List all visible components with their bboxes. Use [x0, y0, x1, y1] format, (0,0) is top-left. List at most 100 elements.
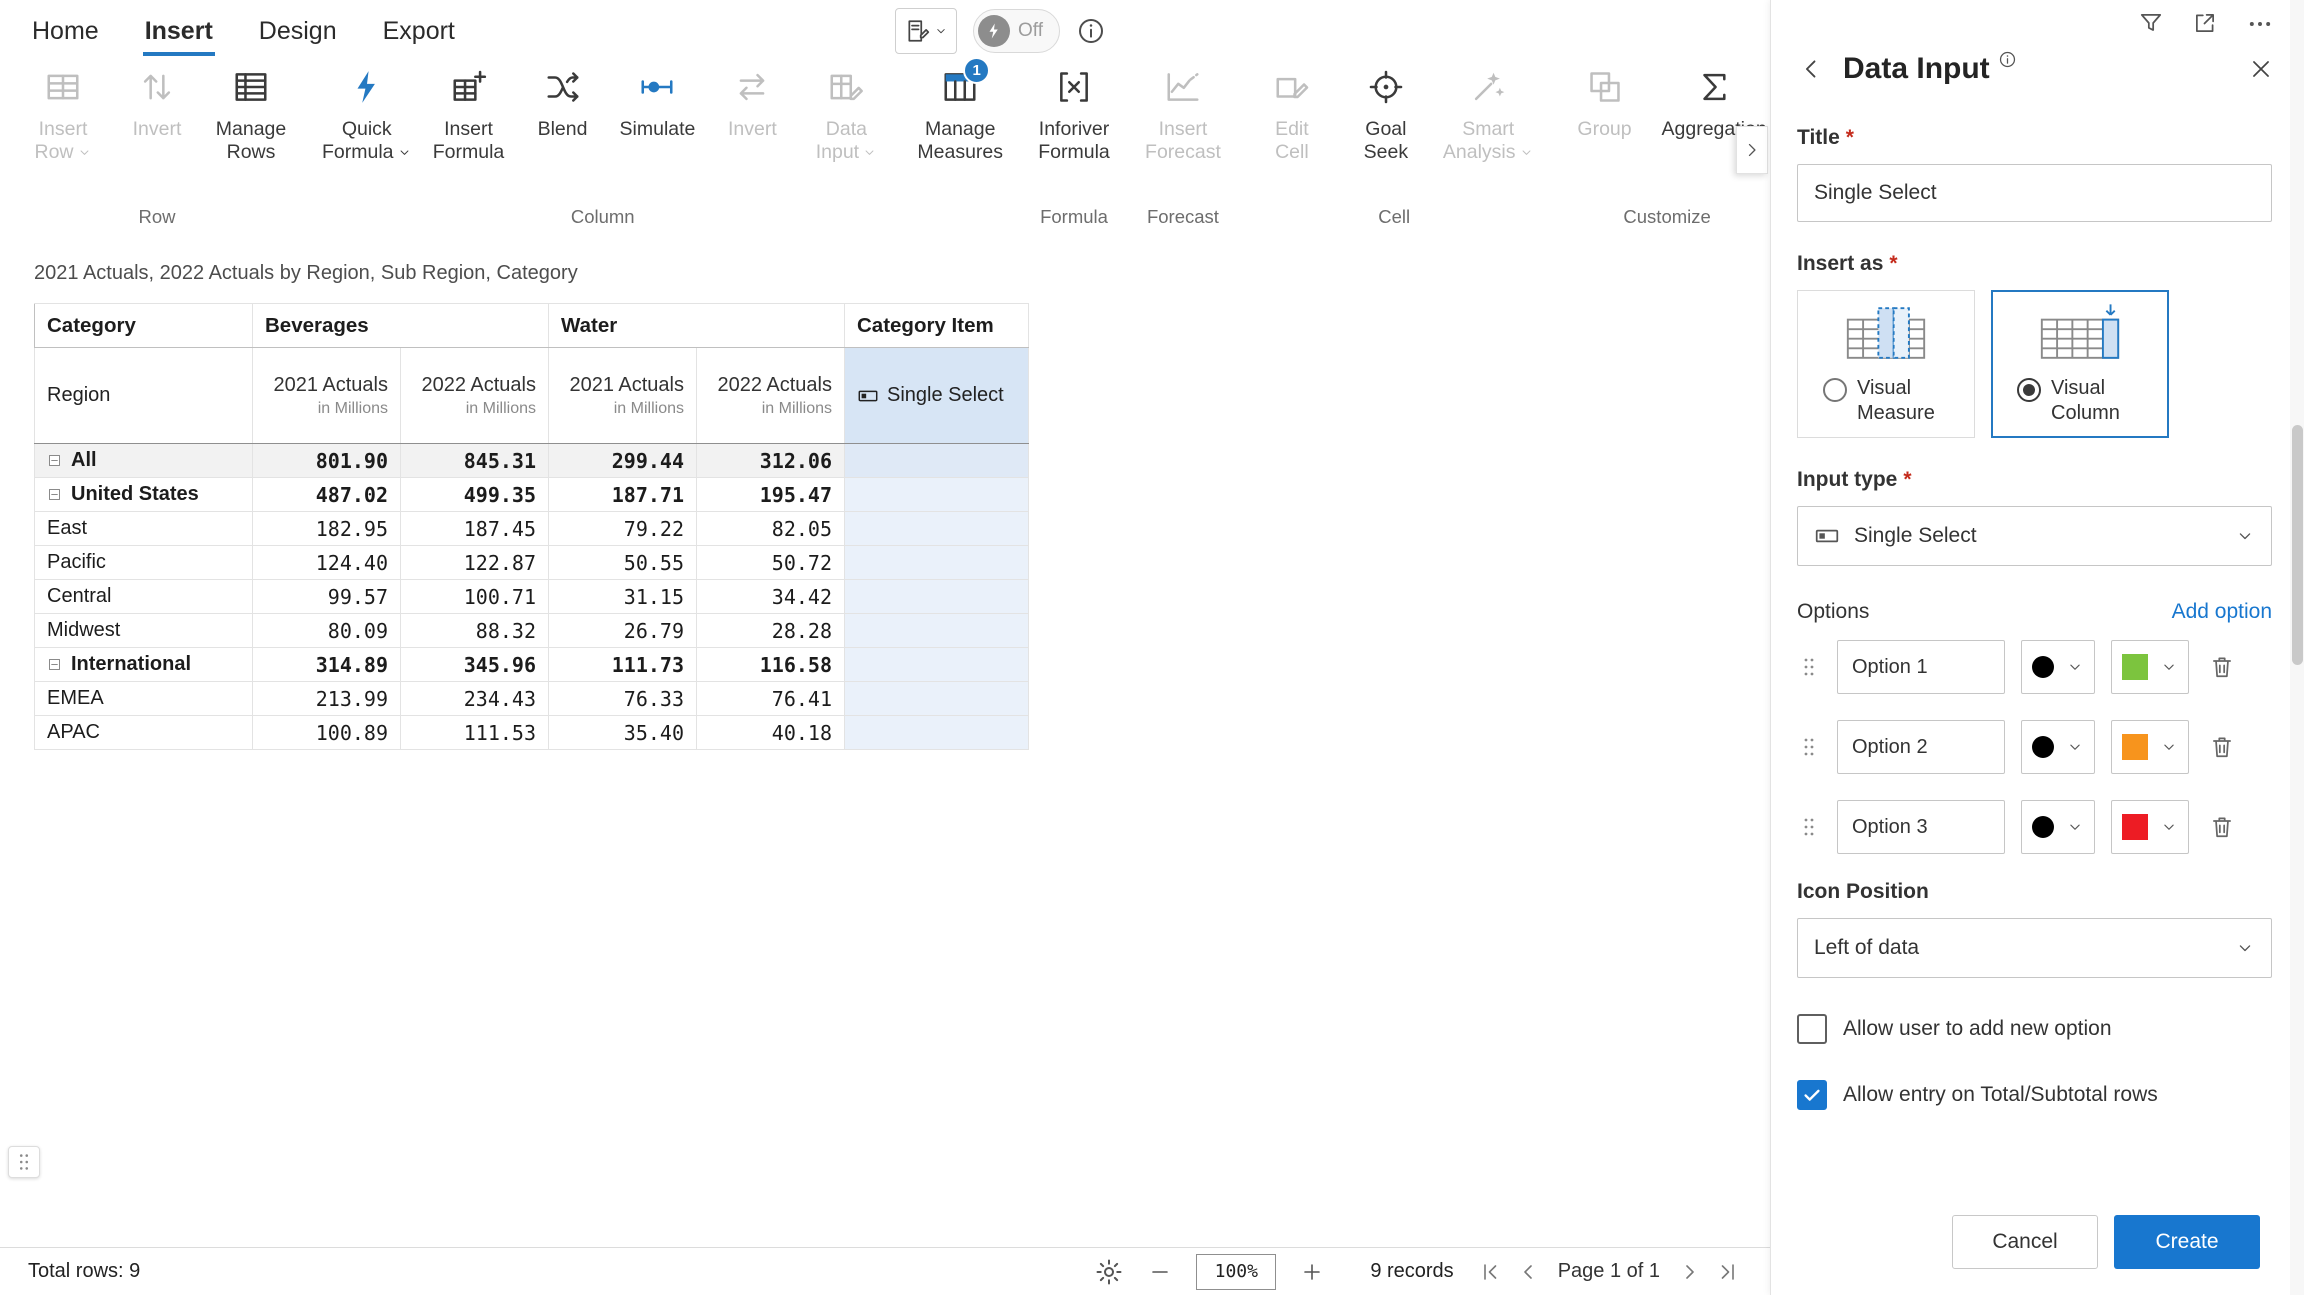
- option-label-input[interactable]: [1837, 640, 2005, 694]
- gear-icon[interactable]: [1094, 1257, 1124, 1287]
- annotate-button[interactable]: [895, 8, 957, 54]
- value-cell[interactable]: 116.58: [697, 648, 845, 682]
- row-label-cell[interactable]: Central: [35, 580, 253, 614]
- back-button[interactable]: [1797, 55, 1825, 83]
- checkbox[interactable]: [1797, 1014, 1827, 1044]
- option-color-dropdown[interactable]: [2111, 720, 2189, 774]
- row-label-cell[interactable]: Midwest: [35, 614, 253, 648]
- insert-as-card-visual-measure[interactable]: Visual Measure: [1797, 290, 1975, 438]
- value-cell[interactable]: 499.35: [401, 478, 549, 512]
- add-option-link[interactable]: Add option: [2172, 600, 2272, 624]
- ribbon-tab-export[interactable]: Export: [383, 17, 455, 52]
- ribbon-button-insert-formula[interactable]: InsertFormula: [422, 60, 516, 163]
- option-color-dropdown[interactable]: [2111, 640, 2189, 694]
- ribbon-button-invert[interactable]: Invert: [110, 60, 204, 141]
- value-cell[interactable]: 299.44: [549, 444, 697, 478]
- ribbon-button-quick-formula[interactable]: QuickFormula: [312, 60, 422, 163]
- data-input-cell[interactable]: [845, 478, 1029, 512]
- checkbox-row-1[interactable]: Allow user to add new option: [1797, 1014, 2272, 1044]
- ribbon-tab-design[interactable]: Design: [259, 17, 337, 52]
- value-cell[interactable]: 26.79: [549, 614, 697, 648]
- data-input-cell[interactable]: [845, 444, 1029, 478]
- data-input-cell[interactable]: [845, 546, 1029, 580]
- row-label-cell[interactable]: APAC: [35, 716, 253, 750]
- radio-visual-column[interactable]: [2017, 378, 2041, 402]
- prev-page-button[interactable]: [1516, 1260, 1540, 1284]
- value-cell[interactable]: 79.22: [549, 512, 697, 546]
- value-cell[interactable]: 80.09: [253, 614, 401, 648]
- row-label-cell[interactable]: All: [35, 444, 253, 478]
- value-cell[interactable]: 124.40: [253, 546, 401, 580]
- ribbon-button-data-input[interactable]: DataInput: [799, 60, 893, 163]
- insert-as-card-visual-column[interactable]: Visual Column: [1991, 290, 2169, 438]
- value-cell[interactable]: 100.89: [253, 716, 401, 750]
- icon-position-dropdown[interactable]: Left of data: [1797, 918, 2272, 978]
- row-label-cell[interactable]: United States: [35, 478, 253, 512]
- value-cell[interactable]: 99.57: [253, 580, 401, 614]
- drag-handle-icon[interactable]: [1797, 735, 1821, 759]
- option-color-dropdown[interactable]: [2111, 800, 2189, 854]
- option-shape-dropdown[interactable]: [2021, 800, 2095, 854]
- ribbon-button-edit-cell[interactable]: EditCell: [1245, 60, 1339, 163]
- data-input-cell[interactable]: [845, 682, 1029, 716]
- more-options-icon[interactable]: [2246, 10, 2274, 38]
- value-cell[interactable]: 187.71: [549, 478, 697, 512]
- input-type-dropdown[interactable]: Single Select: [1797, 506, 2272, 566]
- value-cell[interactable]: 76.41: [697, 682, 845, 716]
- row-label-cell[interactable]: EMEA: [35, 682, 253, 716]
- value-cell[interactable]: 195.47: [697, 478, 845, 512]
- value-cell[interactable]: 50.55: [549, 546, 697, 580]
- data-input-cell[interactable]: [845, 512, 1029, 546]
- delete-option-icon[interactable]: [2209, 734, 2235, 760]
- ribbon-button-manage-measures[interactable]: 1ManageMeasures: [907, 60, 1013, 163]
- checkbox[interactable]: [1797, 1080, 1827, 1110]
- value-cell[interactable]: 31.15: [549, 580, 697, 614]
- value-cell[interactable]: 111.73: [549, 648, 697, 682]
- ribbon-tab-home[interactable]: Home: [32, 17, 99, 52]
- zoom-out-button[interactable]: [1148, 1260, 1172, 1284]
- value-cell[interactable]: 35.40: [549, 716, 697, 750]
- value-cell[interactable]: 801.90: [253, 444, 401, 478]
- first-page-button[interactable]: [1478, 1260, 1502, 1284]
- value-cell[interactable]: 111.53: [401, 716, 549, 750]
- option-label-input[interactable]: [1837, 720, 2005, 774]
- data-input-cell[interactable]: [845, 716, 1029, 750]
- focus-mode-icon[interactable]: [2192, 10, 2218, 38]
- ribbon-button-inforiver-formula[interactable]: InforiverFormula: [1027, 60, 1121, 163]
- value-cell[interactable]: 50.72: [697, 546, 845, 580]
- value-cell[interactable]: 487.02: [253, 478, 401, 512]
- ribbon-button-smart-analysis[interactable]: SmartAnalysis: [1433, 60, 1544, 163]
- value-cell[interactable]: 34.42: [697, 580, 845, 614]
- engage-toggle[interactable]: Off: [973, 9, 1060, 53]
- cancel-button[interactable]: Cancel: [1952, 1215, 2098, 1269]
- value-cell[interactable]: 345.96: [401, 648, 549, 682]
- value-cell[interactable]: 82.05: [697, 512, 845, 546]
- collapse-toggle-icon[interactable]: [47, 453, 62, 468]
- info-icon[interactable]: [1076, 16, 1106, 46]
- ribbon-button-manage-rows[interactable]: ManageRows: [204, 60, 298, 163]
- delete-option-icon[interactable]: [2209, 654, 2235, 680]
- row-label-cell[interactable]: East: [35, 512, 253, 546]
- value-cell[interactable]: 28.28: [697, 614, 845, 648]
- input-column-header[interactable]: Single Select: [845, 348, 1029, 444]
- value-cell[interactable]: 40.18: [697, 716, 845, 750]
- collapse-toggle-icon[interactable]: [47, 657, 62, 672]
- ribbon-button-goal-seek[interactable]: GoalSeek: [1339, 60, 1433, 163]
- value-cell[interactable]: 76.33: [549, 682, 697, 716]
- option-shape-dropdown[interactable]: [2021, 640, 2095, 694]
- scrollbar-thumb[interactable]: [2292, 425, 2303, 665]
- next-page-button[interactable]: [1678, 1260, 1702, 1284]
- value-cell[interactable]: 100.71: [401, 580, 549, 614]
- close-button[interactable]: [2248, 56, 2274, 82]
- drag-handle-icon[interactable]: [1797, 655, 1821, 679]
- value-cell[interactable]: 234.43: [401, 682, 549, 716]
- ribbon-button-simulate[interactable]: Simulate: [610, 60, 706, 141]
- ribbon-button-blend[interactable]: Blend: [516, 60, 610, 141]
- ribbon-button-insert-forecast[interactable]: InsertForecast: [1135, 60, 1231, 163]
- panel-info-icon[interactable]: [1998, 50, 2017, 69]
- title-input[interactable]: [1797, 164, 2272, 222]
- value-cell[interactable]: 182.95: [253, 512, 401, 546]
- checkbox-row-2[interactable]: Allow entry on Total/Subtotal rows: [1797, 1080, 2272, 1110]
- delete-option-icon[interactable]: [2209, 814, 2235, 840]
- ribbon-tab-insert[interactable]: Insert: [145, 17, 213, 52]
